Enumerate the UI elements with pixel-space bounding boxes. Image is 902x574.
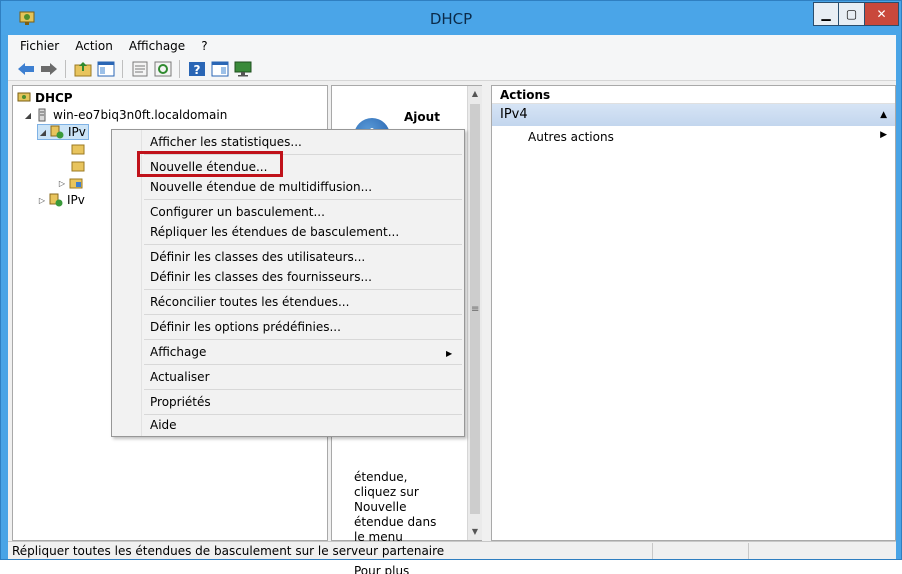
up-folder-button[interactable] bbox=[73, 59, 92, 78]
toolbar-separator bbox=[179, 59, 180, 78]
tree-label-dhcp: DHCP bbox=[35, 91, 73, 105]
collapse-up-icon[interactable]: ▲ bbox=[880, 104, 887, 126]
menu-help[interactable]: ? bbox=[193, 39, 215, 53]
menu-item-affichage[interactable]: Affichage bbox=[150, 341, 206, 363]
actions-header: Actions bbox=[492, 86, 895, 104]
back-icon bbox=[17, 62, 34, 75]
submenu-arrow-icon: ▶ bbox=[446, 349, 453, 358]
monitor-button[interactable] bbox=[233, 59, 252, 78]
menu-item-repliquer-etendues[interactable]: Répliquer les étendues de basculement... bbox=[150, 221, 399, 243]
folder-icon bbox=[69, 178, 83, 189]
tree-node-ipv4[interactable]: ◢ IPv bbox=[37, 124, 89, 140]
menu-separator bbox=[144, 244, 462, 245]
menu-fichier[interactable]: Fichier bbox=[12, 39, 67, 53]
menu-separator bbox=[144, 314, 462, 315]
expand-icon[interactable]: ▷ bbox=[37, 196, 47, 205]
server-icon bbox=[38, 108, 46, 122]
menu-action[interactable]: Action bbox=[67, 39, 121, 53]
actions-pane: Actions IPv4 ▲ Autres actions ▶ bbox=[491, 85, 896, 541]
properties-button[interactable] bbox=[130, 59, 149, 78]
properties-icon bbox=[132, 61, 147, 76]
tree-label-server: win-eo7biq3n0ft.localdomain bbox=[53, 108, 228, 122]
center-heading: Ajout bbox=[404, 110, 440, 124]
title-bar[interactable]: DHCP ▁ ▢ ✕ bbox=[1, 1, 901, 35]
back-button[interactable] bbox=[16, 59, 35, 78]
menu-separator bbox=[144, 364, 462, 365]
export-list-button[interactable] bbox=[210, 59, 229, 78]
status-text: Répliquer toutes les étendues de bascule… bbox=[12, 544, 445, 558]
forward-button[interactable] bbox=[39, 59, 58, 78]
tree-node-server[interactable]: ◢ win-eo7biq3n0ft.localdomain bbox=[23, 107, 227, 123]
ipv6-icon bbox=[49, 193, 63, 207]
toolbar-separator bbox=[65, 59, 66, 78]
refresh-icon bbox=[154, 61, 171, 76]
dhcp-window: DHCP ▁ ▢ ✕ Fichier Action Affichage ? ? … bbox=[0, 0, 902, 574]
status-bar: Répliquer toutes les étendues de bascule… bbox=[8, 541, 896, 559]
menu-item-afficher-statistiques[interactable]: Afficher les statistiques... bbox=[150, 131, 302, 153]
tree-node-ipv6[interactable]: ▷ IPv bbox=[37, 192, 85, 208]
close-icon: ✕ bbox=[876, 7, 887, 21]
submenu-arrow-icon: ▶ bbox=[880, 130, 887, 140]
menu-item-classes-utilisateurs[interactable]: Définir les classes des utilisateurs... bbox=[150, 246, 365, 268]
menu-item-configurer-basculement[interactable]: Configurer un basculement... bbox=[150, 201, 325, 223]
vertical-scrollbar[interactable]: ▲ ≡ ▼ bbox=[467, 86, 482, 540]
show-hide-tree-icon bbox=[97, 61, 114, 76]
actions-section-ipv4[interactable]: IPv4 ▲ bbox=[492, 104, 895, 126]
show-hide-tree-button[interactable] bbox=[96, 59, 115, 78]
scroll-thumb[interactable]: ≡ bbox=[470, 104, 480, 514]
menu-item-proprietes[interactable]: Propriétés bbox=[150, 391, 211, 413]
svg-text:?: ? bbox=[193, 63, 200, 77]
help-icon: ? bbox=[188, 61, 205, 77]
maximize-button[interactable]: ▢ bbox=[839, 2, 865, 26]
tree-node-child-1[interactable] bbox=[71, 141, 89, 157]
maximize-icon: ▢ bbox=[845, 7, 858, 21]
window-title: DHCP bbox=[429, 10, 473, 28]
highlight-annotation bbox=[137, 151, 283, 177]
tree-node-dhcp[interactable]: DHCP bbox=[17, 90, 73, 106]
actions-section-label: IPv4 bbox=[500, 107, 528, 122]
center-cut-text: Pour plus bbox=[354, 564, 410, 574]
menu-separator bbox=[144, 414, 462, 415]
toolbar-separator bbox=[122, 59, 123, 78]
tree-label-ipv6: IPv bbox=[67, 193, 85, 207]
menu-separator bbox=[144, 289, 462, 290]
menu-item-reconcilier-etendues[interactable]: Réconcilier toutes les étendues... bbox=[150, 291, 349, 313]
toolbar: ? bbox=[8, 57, 896, 81]
menu-item-options-predefinies[interactable]: Définir les options prédéfinies... bbox=[150, 316, 341, 338]
monitor-icon bbox=[234, 61, 251, 76]
menu-separator bbox=[144, 199, 462, 200]
export-list-icon bbox=[211, 61, 228, 76]
help-button[interactable]: ? bbox=[187, 59, 206, 78]
menu-separator bbox=[144, 389, 462, 390]
dhcp-icon bbox=[17, 92, 31, 102]
status-segment bbox=[652, 543, 653, 559]
collapse-icon[interactable]: ◢ bbox=[38, 128, 48, 137]
folder-icon bbox=[71, 144, 85, 155]
expand-icon[interactable]: ▷ bbox=[57, 179, 67, 188]
ipv4-icon bbox=[50, 125, 64, 139]
menu-item-nouvelle-etendue-multidiffusion[interactable]: Nouvelle étendue de multidiffusion... bbox=[150, 176, 372, 198]
minimize-icon: ▁ bbox=[821, 7, 831, 21]
close-button[interactable]: ✕ bbox=[865, 2, 899, 26]
scroll-down-arrow-icon[interactable]: ▼ bbox=[468, 524, 482, 540]
tree-label-ipv4: IPv bbox=[68, 125, 86, 139]
action-other-actions[interactable]: Autres actions bbox=[528, 130, 614, 144]
menu-separator bbox=[144, 339, 462, 340]
status-segment bbox=[748, 543, 749, 559]
menu-bar: Fichier Action Affichage ? bbox=[8, 35, 896, 57]
collapse-icon[interactable]: ◢ bbox=[23, 111, 33, 120]
refresh-button[interactable] bbox=[153, 59, 172, 78]
scroll-up-arrow-icon[interactable]: ▲ bbox=[468, 86, 482, 102]
forward-icon bbox=[40, 62, 57, 75]
grip-icon: ≡ bbox=[471, 304, 480, 315]
menu-affichage[interactable]: Affichage bbox=[121, 39, 193, 53]
tree-node-child-3[interactable]: ▷ bbox=[57, 175, 87, 191]
tree-node-child-2[interactable] bbox=[71, 158, 89, 174]
menu-item-classes-fournisseurs[interactable]: Définir les classes des fournisseurs... bbox=[150, 266, 372, 288]
menu-item-actualiser[interactable]: Actualiser bbox=[150, 366, 210, 388]
menu-item-aide[interactable]: Aide bbox=[150, 414, 177, 436]
folder-icon bbox=[71, 161, 85, 172]
minimize-button[interactable]: ▁ bbox=[813, 2, 839, 26]
up-folder-icon bbox=[74, 61, 91, 76]
